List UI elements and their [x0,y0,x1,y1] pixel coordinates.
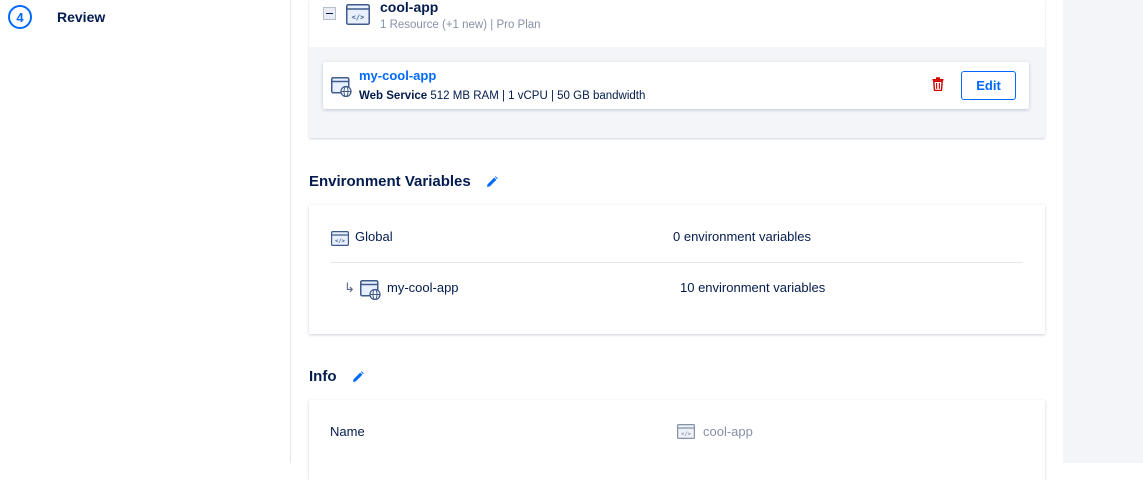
env-row-component: ↳ my-cool-app 10 environment variables [309,280,1045,320]
env-vars-heading: Environment Variables [309,173,498,190]
code-window-icon: </> [346,4,370,30]
step-number: 4 [8,5,32,29]
trash-icon[interactable] [932,77,944,96]
app-meta: 1 Resource (+1 new) | Pro Plan [380,19,541,31]
web-globe-window-icon [331,77,353,102]
code-window-icon: </> [677,424,695,439]
step-label: Review [57,9,106,25]
info-name-text: cool-app [703,424,753,439]
collapse-toggle[interactable] [323,7,336,20]
env-vars-title: Environment Variables [309,173,471,190]
right-gutter [1063,0,1143,463]
component-type: Web Service [359,90,428,102]
component-specs: 512 MB RAM | 1 vCPU | 50 GB bandwidth [430,90,646,102]
subitem-arrow-icon: ↳ [344,280,355,295]
pencil-icon[interactable] [352,370,364,383]
env-row-name: Global [355,229,393,244]
component-row: my-cool-app Web Service 512 MB RAM | 1 v… [323,62,1029,109]
step-review[interactable]: 4 Review [8,5,105,29]
svg-text:</>: </> [681,432,692,438]
component-description: Web Service 512 MB RAM | 1 vCPU | 50 GB … [359,90,645,102]
info-heading: Info [309,368,364,385]
info-name-value: </> cool-app [677,424,753,439]
info-name-label: Name [330,424,365,439]
app-name: cool-app [380,0,439,15]
component-name-link[interactable]: my-cool-app [359,68,436,83]
env-row-name: my-cool-app [387,280,459,295]
pencil-icon[interactable] [486,175,498,188]
edit-button[interactable]: Edit [961,71,1016,100]
info-card: Name </> cool-app [309,400,1045,480]
app-card: </> cool-app 1 Resource (+1 new) | Pro P… [309,0,1045,138]
env-row-value: 0 environment variables [673,229,812,244]
svg-text:</>: </> [352,14,365,22]
env-row-global: </> Global 0 environment variables [309,229,1045,269]
review-main: </> cool-app 1 Resource (+1 new) | Pro P… [309,0,1045,480]
env-row-value: 10 environment variables [680,280,826,295]
steps-sidebar: 4 Review [0,0,291,463]
info-title: Info [309,368,337,385]
svg-text:</>: </> [335,239,346,245]
web-globe-window-icon [360,280,382,305]
divider [330,262,1023,263]
env-vars-card: </> Global 0 environment variables ↳ my-… [309,205,1045,334]
code-window-icon: </> [331,231,349,251]
app-card-header: </> cool-app 1 Resource (+1 new) | Pro P… [309,0,1045,47]
